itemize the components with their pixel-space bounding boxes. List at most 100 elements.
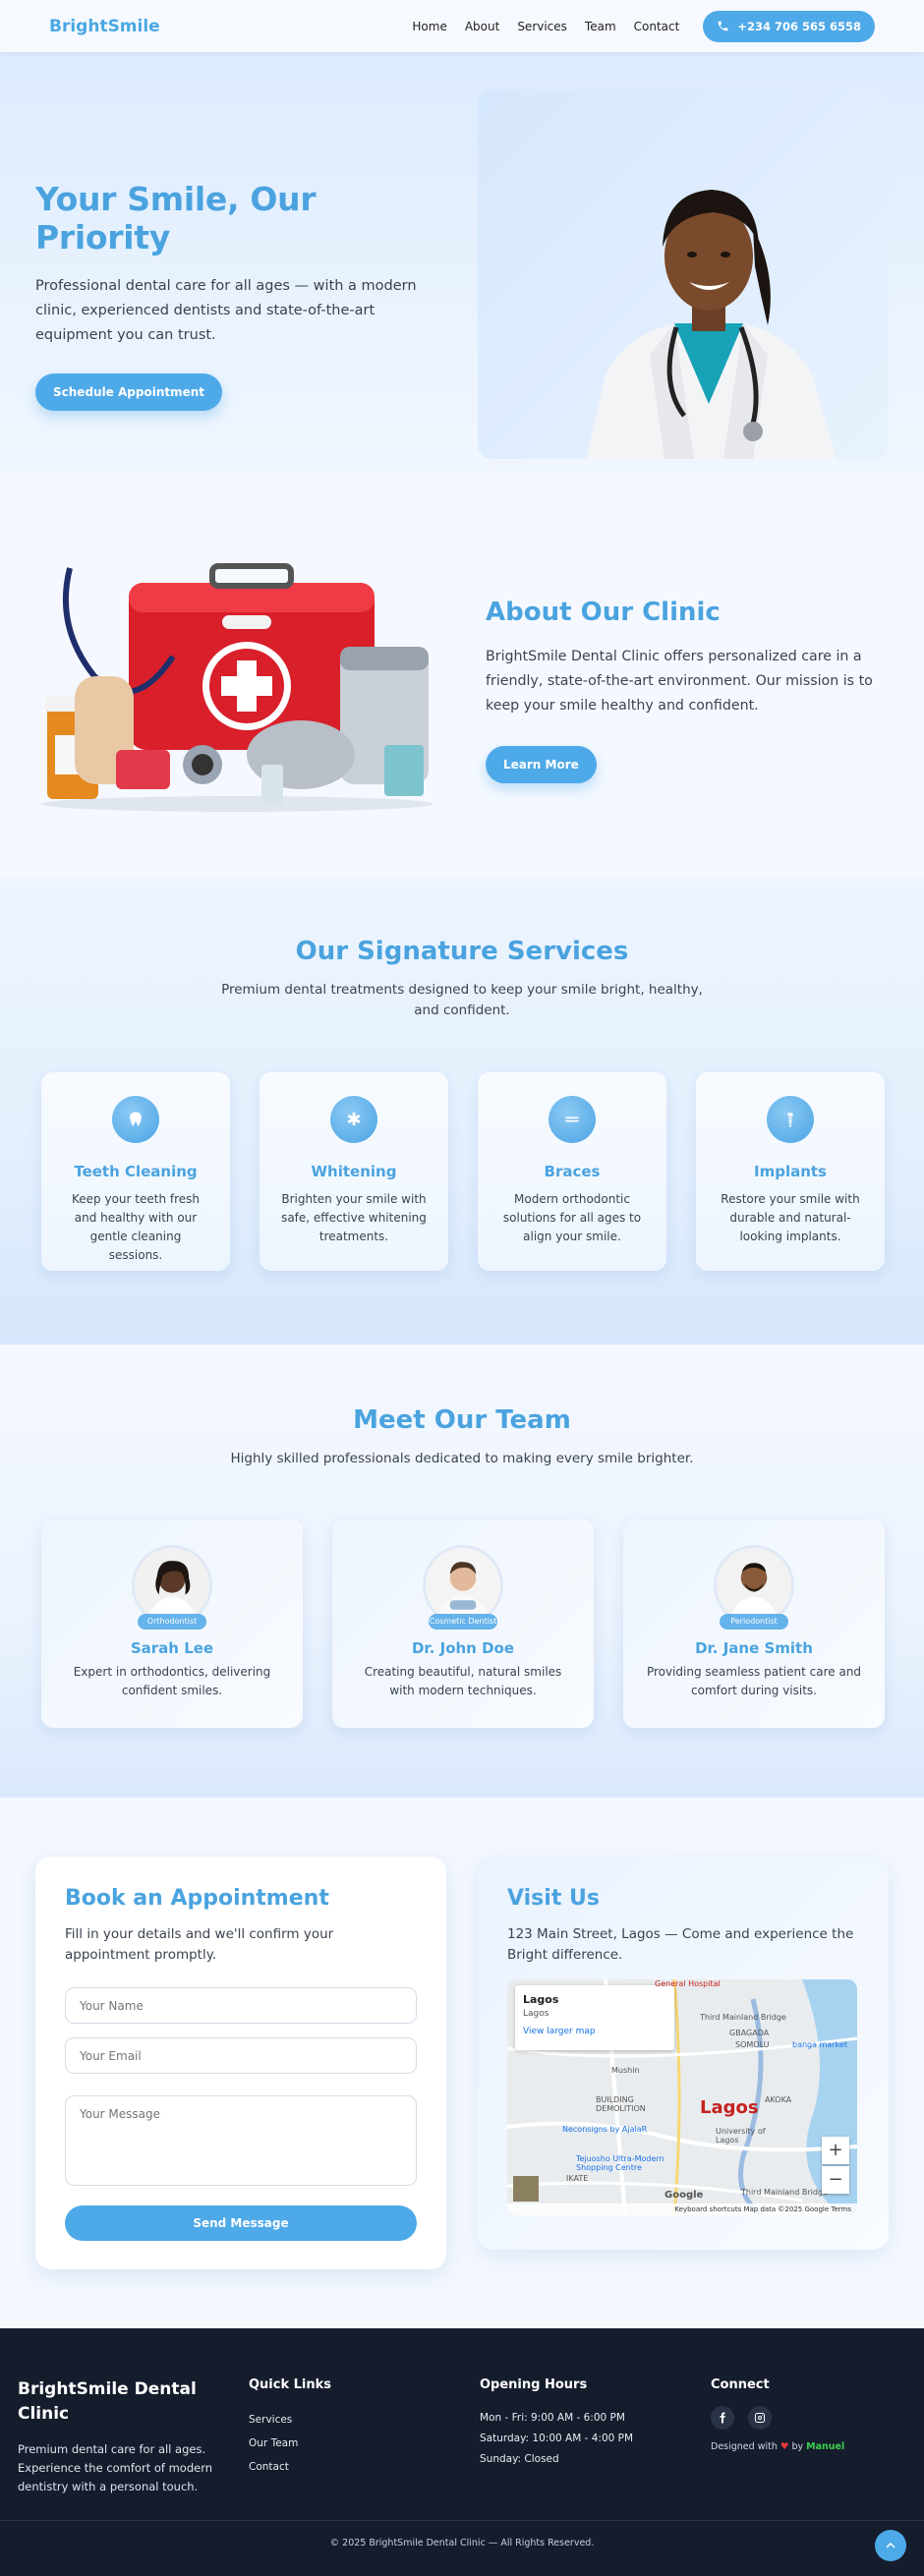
map-label: SOMOLU [735, 2040, 770, 2049]
about-description: BrightSmile Dental Clinic offers persona… [486, 649, 873, 714]
services-section: Our Signature Services Premium dental tr… [0, 878, 924, 1345]
role-badge: Cosmetic Dentist [429, 1614, 497, 1630]
map-label: General Hospital [655, 1979, 721, 1988]
map-label: Third Mainland Bridge [700, 2013, 786, 2022]
hours-saturday: Saturday: 10:00 AM - 4:00 PM [480, 2433, 634, 2444]
footer-link-services[interactable]: Services [249, 2408, 331, 2432]
view-larger-map-link[interactable]: View larger map [523, 2027, 666, 2036]
learn-more-button[interactable]: Learn More [486, 746, 597, 783]
nav-link-contact[interactable]: Contact [634, 20, 680, 33]
google-logo: Google [664, 2190, 704, 2201]
top-nav: BrightSmile Home About Services Team Con… [0, 0, 924, 52]
map-label: IKATE [566, 2174, 589, 2183]
service-name: Whitening [311, 1163, 397, 1180]
avatar-wrap: Cosmetic Dentist [423, 1545, 503, 1630]
quick-links-list: Services Our Team Contact [249, 2408, 331, 2479]
team-title: Meet Our Team [353, 1405, 571, 1435]
hours-weekdays: Mon - Fri: 9:00 AM - 6:00 PM [480, 2412, 625, 2424]
hours-sunday: Sunday: Closed [480, 2453, 559, 2465]
service-card-braces[interactable]: Braces Modern orthodontic solutions for … [478, 1072, 666, 1271]
map-label: GBAGADA [729, 2029, 770, 2037]
schedule-appointment-button[interactable]: Schedule Appointment [35, 373, 223, 411]
about-title: About Our Clinic [486, 598, 721, 627]
map-label: AKOKA [765, 2095, 792, 2104]
booking-description: Fill in your details and we'll confirm y… [65, 1926, 334, 1963]
nav-link-team[interactable]: Team [585, 20, 616, 33]
map-label: Third Mainland Bridge [741, 2188, 828, 2197]
map-zoom-out-button[interactable]: − [822, 2166, 849, 2194]
team-subtitle: Highly skilled professionals dedicated t… [230, 1451, 694, 1466]
instagram-icon[interactable] [748, 2406, 772, 2430]
about-text: About Our Clinic BrightSmile Dental Clin… [486, 598, 889, 783]
send-message-button[interactable]: Send Message [65, 2205, 417, 2241]
message-field[interactable] [65, 2095, 417, 2186]
booking-title: Book an Appointment [65, 1886, 329, 1911]
email-field[interactable] [65, 2037, 417, 2074]
nav-links: Home About Services Team Contact [412, 20, 679, 33]
team-card-john-doe[interactable]: Cosmetic Dentist Dr. John Doe Creating b… [332, 1519, 594, 1728]
map-label: banga market [792, 2040, 847, 2049]
hero-section: Your Smile, Our Priority Professional de… [0, 52, 924, 499]
implant-icon [767, 1096, 814, 1143]
facebook-icon[interactable] [711, 2406, 734, 2430]
service-card-whitening[interactable]: ✱ Whitening Brighten your smile with saf… [260, 1072, 448, 1271]
footer-link-our-team[interactable]: Our Team [249, 2432, 331, 2455]
brand-logo[interactable]: BrightSmile [49, 17, 160, 36]
sparkle-icon: ✱ [330, 1096, 377, 1143]
embedded-map[interactable]: Lagos Lagos View larger map Third Mainla… [507, 1979, 857, 2215]
appointment-form: Book an Appointment Fill in your details… [35, 1857, 446, 2269]
footer-brand-column: BrightSmile Dental Clinic Premium dental… [18, 2377, 214, 2496]
contact-section: Book an Appointment Fill in your details… [0, 1798, 924, 2328]
service-description: Modern orthodontic solutions for all age… [502, 1192, 642, 1243]
chevron-up-icon [886, 2542, 895, 2548]
footer-connect: Connect Designed with ♥ by Manuel [711, 2377, 844, 2452]
service-name: Implants [754, 1163, 827, 1180]
quick-links-heading: Quick Links [249, 2377, 332, 2392]
hero-text: Your Smile, Our Priority Professional de… [35, 180, 448, 411]
footer-link-contact[interactable]: Contact [249, 2455, 331, 2479]
services-subtitle: Premium dental treatments designed to ke… [221, 982, 703, 1018]
footer-brand: BrightSmile Dental Clinic [18, 2379, 197, 2424]
opening-hours-list: Mon - Fri: 9:00 AM - 6:00 PM Saturday: 1… [480, 2408, 633, 2470]
member-description: Expert in orthodontics, delivering confi… [73, 1665, 271, 1697]
back-to-top-button[interactable] [875, 2530, 906, 2561]
team-card-sarah-lee[interactable]: Orthodontist Sarah Lee Expert in orthodo… [41, 1519, 303, 1728]
footer-divider [0, 2520, 924, 2521]
copyright-text: © 2025 BrightSmile Dental Clinic — All R… [329, 2538, 595, 2548]
service-card-implants[interactable]: Implants Restore your smile with durable… [696, 1072, 885, 1271]
service-card-teeth-cleaning[interactable]: Teeth Cleaning Keep your teeth fresh and… [41, 1072, 230, 1271]
services-title: Our Signature Services [295, 937, 629, 966]
map-label: BUILDING DEMOLITION [596, 2095, 646, 2113]
role-badge: Orthodontist [138, 1614, 206, 1630]
service-name: Teeth Cleaning [74, 1163, 198, 1180]
member-name: Sarah Lee [130, 1639, 214, 1657]
site-footer: BrightSmile Dental Clinic Premium dental… [0, 2328, 924, 2576]
heart-icon: ♥ [780, 2441, 789, 2452]
nav-link-services[interactable]: Services [517, 20, 567, 33]
map-attribution[interactable]: Keyboard shortcuts Map data ©2025 Google… [507, 2204, 857, 2215]
service-description: Restore your smile with durable and natu… [721, 1192, 860, 1243]
name-field[interactable] [65, 1987, 417, 2024]
team-card-jane-smith[interactable]: Periodontist Dr. Jane Smith Providing se… [623, 1519, 885, 1728]
map-popup-title: Lagos [523, 1993, 559, 2006]
hero-title: Your Smile, Our Priority [35, 180, 317, 257]
phone-call-button[interactable]: +234 706 565 6558 [703, 10, 875, 42]
dentist-portrait-image [586, 190, 837, 459]
author-name[interactable]: Manuel [806, 2441, 844, 2452]
map-label: Neconsigns by AjalaR [562, 2125, 648, 2134]
map-label: Mushin [611, 2066, 640, 2075]
phone-icon [718, 21, 728, 31]
member-description: Providing seamless patient care and comf… [646, 1665, 862, 1697]
map-zoom-in-button[interactable]: + [822, 2137, 849, 2164]
team-section: Meet Our Team Highly skilled professiona… [0, 1345, 924, 1798]
service-description: Keep your teeth fresh and healthy with o… [72, 1192, 200, 1262]
nav-link-home[interactable]: Home [412, 20, 446, 33]
connect-heading: Connect [711, 2377, 770, 2392]
avatar-wrap: Orthodontist [132, 1545, 212, 1630]
map-place-popup: Lagos Lagos View larger map [515, 1985, 674, 2050]
map-label: Tejuosho Ultra-Modern Shopping Centre [576, 2154, 664, 2172]
footer-about: Premium dental care for all ages. Experi… [18, 2442, 213, 2493]
nav-link-about[interactable]: About [465, 20, 499, 33]
tooth-icon [112, 1096, 159, 1143]
phone-number: +234 706 565 6558 [737, 19, 861, 33]
